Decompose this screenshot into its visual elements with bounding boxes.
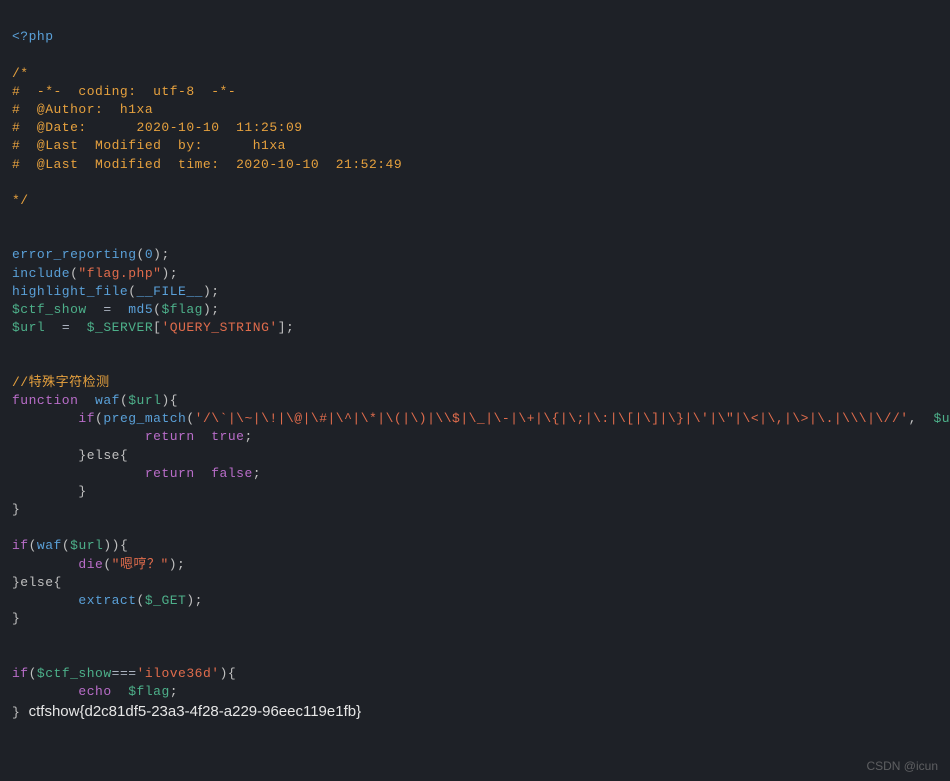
comment-line: # @Last Modified by: h1xa <box>12 138 286 153</box>
php-open-tag: <?php <box>12 29 54 44</box>
fn-waf: waf <box>95 393 120 408</box>
fn-include: include <box>12 266 70 281</box>
var-ctf-show: $ctf_show <box>12 302 87 317</box>
var-url: $url <box>12 320 45 335</box>
comment-line: /* <box>12 66 29 81</box>
code-block: <?php /* # -*- coding: utf-8 -*- # @Auth… <box>12 10 938 722</box>
comment-special: //特殊字符检测 <box>12 375 110 390</box>
flag-output: ctfshow{d2c81df5-23a3-4f28-a229-96eec119… <box>29 703 361 720</box>
fn-error-reporting: error_reporting <box>12 247 137 262</box>
comment-line: # @Date: 2020-10-10 11:25:09 <box>12 120 303 135</box>
comment-line: # -*- coding: utf-8 -*- <box>12 84 236 99</box>
watermark: CSDN @icun <box>866 758 938 775</box>
fn-highlight-file: highlight_file <box>12 284 128 299</box>
comment-line: # @Author: h1xa <box>12 102 153 117</box>
regex-pattern: '/\`|\~|\!|\@|\#|\^|\*|\(|\)|\\$|\_|\-|\… <box>195 411 909 426</box>
comment-line: */ <box>12 193 29 208</box>
comment-line: # @Last Modified time: 2020-10-10 21:52:… <box>12 157 402 172</box>
